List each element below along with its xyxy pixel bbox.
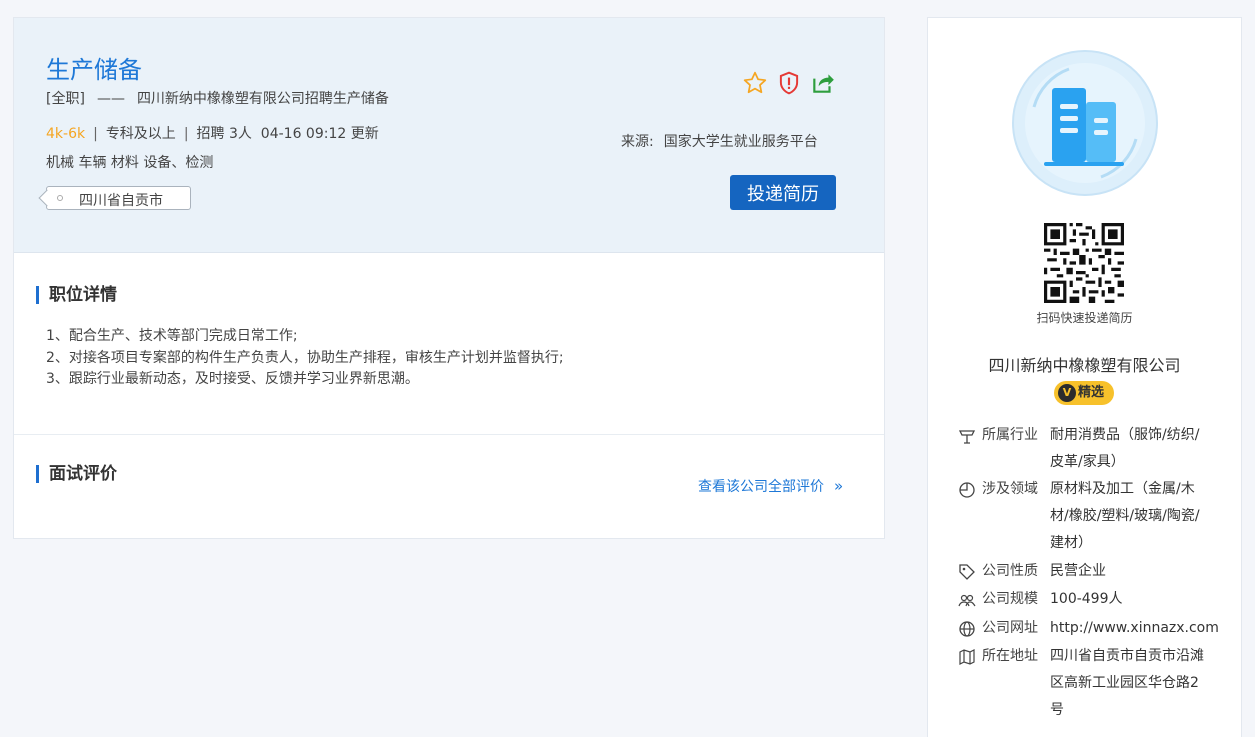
job-meta: 4k-6k | 专科及以上 | 招聘 3人 04-16 09:12 更新 xyxy=(46,123,379,143)
updated-time: 04-16 09:12 更新 xyxy=(260,126,379,142)
job-detail-section: 职位详情 1、配合生产、技术等部门完成日常工作; 2、对接各项目专案部的构件生产… xyxy=(14,254,884,435)
separator: | xyxy=(183,126,189,142)
job-title: 生产储备 xyxy=(46,56,142,84)
separator: | xyxy=(93,126,98,142)
info-value: 原材料及加工（金属/木材/橡胶/塑料/玻璃/陶瓷/建材） xyxy=(1050,481,1200,551)
badge-text: 精选 xyxy=(1078,385,1105,400)
info-key: 所属行业 xyxy=(982,427,1038,443)
education: 专科及以上 xyxy=(105,126,176,142)
qr-caption: 扫码快速投递简历 xyxy=(1036,311,1133,325)
company-sidebar: 扫码快速投递简历 四川新纳中橡橡塑有限公司 V 精选 所属行业 耐用消费品（服饰… xyxy=(927,17,1242,737)
tag-icon xyxy=(958,563,976,581)
source-label: 来源: xyxy=(621,134,654,150)
info-key: 所在地址 xyxy=(982,648,1038,664)
map-icon xyxy=(958,648,976,666)
info-key: 公司网址 xyxy=(982,620,1038,636)
star-icon[interactable] xyxy=(742,70,768,96)
section-title: 职位详情 xyxy=(36,286,117,304)
info-value: 民营企业 xyxy=(1050,563,1106,579)
job-source: 来源: 国家大学生就业服务平台 xyxy=(621,131,818,151)
company-logo xyxy=(1012,50,1158,196)
shield-alert-icon[interactable] xyxy=(776,70,802,96)
info-key: 公司规模 xyxy=(982,591,1038,607)
building-icon xyxy=(1025,63,1145,183)
source-value: 国家大学生就业服务平台 xyxy=(663,134,818,150)
view-all-reviews-link[interactable]: 查看该公司全部评价 » xyxy=(698,476,843,496)
interview-review-section: 面试评价 查看该公司全部评价 » xyxy=(14,436,884,540)
job-main-panel: 生产储备 [全职] —— 四川新纳中橡橡塑有限公司招聘生产储备 4k-6k | 专科及以… xyxy=(13,17,885,539)
company-website-link[interactable]: http://www.xinnazx.com xyxy=(1050,615,1219,642)
location-text: 四川省自贡市 xyxy=(79,193,163,209)
tag-notch xyxy=(38,189,56,207)
info-value: 四川省自贡市自贡市沿滩区高新工业园区华仓路2号 xyxy=(1050,648,1204,718)
location-tag: 四川省自贡市 xyxy=(38,186,191,210)
job-tags: 机械 车辆 材料 设备、检测 xyxy=(46,155,214,171)
job-description: 1、配合生产、技术等部门完成日常工作; 2、对接各项目专案部的构件生产负责人，协… xyxy=(46,326,564,391)
description-line: 2、对接各项目专案部的构件生产负责人，协助生产排程，审核生产计划并监督执行; xyxy=(46,349,564,366)
industry-icon xyxy=(958,427,976,445)
job-subtitle: [全职] —— 四川新纳中橡橡塑有限公司招聘生产储备 xyxy=(46,88,389,108)
description-line: 1、配合生产、技术等部门完成日常工作; xyxy=(46,328,298,344)
job-company-title[interactable]: 四川新纳中橡橡塑有限公司招聘生产储备 xyxy=(137,91,389,107)
info-value: 耐用消费品（服饰/纺织/皮革/家具） xyxy=(1050,427,1200,470)
people-icon xyxy=(958,591,976,609)
link-text: 查看该公司全部评价 xyxy=(698,479,824,495)
hiring-count: 招聘 3人 xyxy=(196,126,252,142)
dash: —— xyxy=(96,91,125,107)
company-name[interactable]: 四川新纳中橡橡塑有限公司 xyxy=(928,352,1241,376)
vip-icon: V xyxy=(1058,384,1076,402)
apply-resume-button[interactable]: 投递简历 xyxy=(730,175,836,210)
qr-code[interactable] xyxy=(1044,223,1124,303)
domain-icon xyxy=(958,481,976,499)
job-actions xyxy=(742,70,838,100)
globe-icon xyxy=(958,620,976,638)
salary: 4k-6k xyxy=(46,126,86,142)
info-value: 100-499人 xyxy=(1050,591,1123,607)
job-type: [全职] xyxy=(46,91,85,107)
section-title: 面试评价 xyxy=(36,465,117,483)
share-icon[interactable] xyxy=(810,70,836,96)
job-header: 生产储备 [全职] —— 四川新纳中橡橡塑有限公司招聘生产储备 4k-6k | 专科及以… xyxy=(14,18,884,253)
featured-badge: V 精选 xyxy=(1054,381,1114,405)
chevron-right-icon: » xyxy=(834,477,844,495)
description-line: 3、跟踪行业最新动态，及时接受、反馈并学习业界新思潮。 xyxy=(46,371,419,387)
tag-hole-icon xyxy=(57,195,63,201)
info-key: 涉及领域 xyxy=(982,481,1038,497)
info-key: 公司性质 xyxy=(982,563,1038,579)
